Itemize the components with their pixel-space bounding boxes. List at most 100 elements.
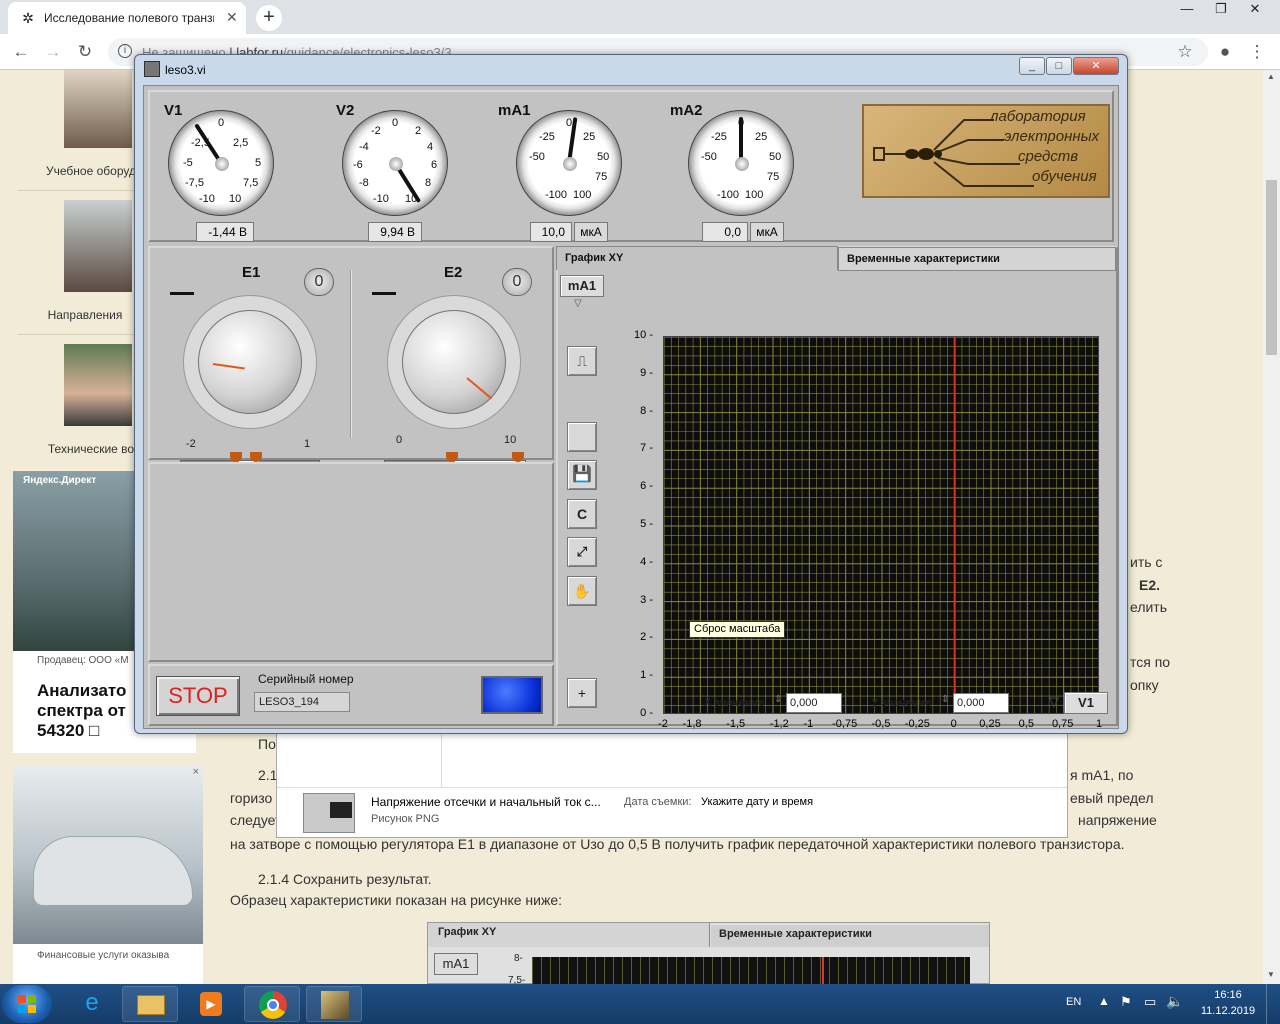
info-icon[interactable]: i <box>118 44 132 58</box>
xy-graph-plot[interactable] <box>663 336 1099 714</box>
minimize-window-button[interactable]: — <box>1170 0 1204 20</box>
y-value-spinner-icon[interactable]: ⇕ <box>941 694 949 705</box>
tray-expand-icon[interactable]: ▲ <box>1098 994 1110 1008</box>
vi-maximize-button[interactable]: □ <box>1046 57 1072 75</box>
article-text: елить <box>1130 599 1168 615</box>
y-value-label: Y значение <box>871 697 932 709</box>
x-tick-label: 0,5 <box>1018 718 1034 730</box>
file-thumbnail[interactable] <box>303 793 355 833</box>
y-tick-label: 9 - <box>640 366 653 379</box>
hand-pan-icon[interactable]: ✋ <box>567 576 597 606</box>
show-desktop-button[interactable] <box>1266 984 1280 1024</box>
x-channel-selector[interactable]: V1 <box>1064 692 1108 714</box>
x-tick-label: -2 <box>658 718 668 730</box>
tab-close-icon[interactable]: ✕ <box>226 9 238 26</box>
ie-icon[interactable]: e <box>64 986 120 1022</box>
meter-ma1-dial: 0 -25 25 -50 50 75 -100 100 <box>516 110 622 216</box>
new-tab-button[interactable]: + <box>256 5 282 31</box>
reset-scale-button[interactable]: C <box>567 499 597 529</box>
front-panel: V1 0 -2,5 2,5 -5 5 -7,5 7,5 -10 10 -1,44… <box>143 85 1119 730</box>
windows-taskbar: e ▶ EN ▲ ⚑ ▭ 🔈 16:16 11.12.2019 <box>0 984 1280 1024</box>
windows-logo-icon <box>18 995 36 1013</box>
action-center-flag-icon[interactable]: ⚑ <box>1120 994 1132 1010</box>
e1-zero-button[interactable]: 0 <box>304 268 334 296</box>
start-button[interactable] <box>2 985 52 1023</box>
reset-scale-tooltip: Сброс масштаба <box>689 621 786 638</box>
scroll-up-icon[interactable]: ▲ <box>1267 72 1275 81</box>
chevron-down-icon[interactable]: ▽ <box>1049 694 1059 710</box>
dial-tick: 75 <box>595 171 608 183</box>
y-tick-label: 3 - <box>640 593 653 606</box>
clock-date[interactable]: 11.12.2019 <box>1196 1005 1260 1017</box>
vi-app-icon <box>144 61 160 77</box>
file-name: Напряжение отсечки и начальный ток с... <box>371 795 601 809</box>
scroll-down-icon[interactable]: ▼ <box>1267 970 1275 979</box>
dial-tick: 4 <box>427 141 434 153</box>
sidebar-ad-car[interactable]: × Финансовые услуги оказыва <box>13 766 203 984</box>
e2-knob[interactable] <box>402 310 506 414</box>
volume-icon[interactable]: 🔈 <box>1166 993 1183 1010</box>
media-player-icon[interactable]: ▶ <box>182 986 238 1022</box>
explorer-folder-icon[interactable] <box>122 986 178 1022</box>
profile-avatar-icon[interactable]: ● <box>1214 42 1236 62</box>
file-date-value[interactable]: Укажите дату и время <box>701 796 813 808</box>
dial-tick: -50 <box>529 151 545 163</box>
ad-close-icon[interactable]: × <box>193 766 199 778</box>
pulse-mode-icon[interactable]: ⎍ <box>567 346 597 376</box>
blank-tool-button[interactable] <box>567 422 597 452</box>
article-text: напряжение <box>1078 812 1157 828</box>
x-tick-label: -0,75 <box>832 718 858 730</box>
bookmark-star-icon[interactable]: ☆ <box>1174 42 1196 62</box>
x-tick-label: -1,5 <box>726 718 746 730</box>
meter-v1-readout: -1,44 В <box>196 222 254 242</box>
dial-tick: -8 <box>359 177 369 189</box>
chrome-icon[interactable] <box>244 986 300 1022</box>
article-text: следует <box>230 812 282 828</box>
dial-tick: -100 <box>545 189 568 201</box>
zoom-icon[interactable]: ⤢ <box>567 537 597 567</box>
y-channel-selector[interactable]: mA1 <box>560 275 604 297</box>
clock-time[interactable]: 16:16 <box>1200 989 1256 1001</box>
dial-tick: 100 <box>745 189 764 201</box>
stop-button[interactable]: STOP <box>156 676 240 716</box>
page-scrollbar[interactable]: ▲ ▼ <box>1263 70 1280 984</box>
vi-minimize-button[interactable]: _ <box>1019 57 1045 75</box>
e2-zero-button[interactable]: 0 <box>502 268 532 296</box>
close-window-button[interactable]: ✕ <box>1238 0 1272 20</box>
meter-hub <box>215 157 229 171</box>
leso3-window[interactable]: leso3.vi _ □ ✕ V1 0 -2,5 2,5 -5 5 -7,5 7… <box>134 54 1128 734</box>
forward-button[interactable]: → <box>42 42 64 62</box>
x-tick-label: 0 <box>950 718 957 730</box>
network-icon[interactable]: ▭ <box>1144 994 1156 1010</box>
sample-tab-time: Временные характеристики <box>711 925 989 947</box>
menu-kebab-icon[interactable]: ⋮ <box>1246 42 1268 62</box>
e1-knob[interactable] <box>198 310 302 414</box>
x-value-field[interactable]: 0,000 <box>786 693 842 713</box>
logo-text: средств <box>1018 148 1079 165</box>
x-value-spinner-icon[interactable]: ⇕ <box>774 694 782 705</box>
tab-time-characteristics[interactable]: Временные характеристики <box>838 247 1116 271</box>
e1-max-label: 1 <box>304 438 311 450</box>
vi-close-button[interactable]: ✕ <box>1073 57 1119 75</box>
browser-tab[interactable]: ✲ Исследование полевого транзи ✕ <box>8 2 246 34</box>
back-button[interactable]: ← <box>10 42 32 62</box>
dial-tick: 6 <box>431 159 438 171</box>
leso-taskbar-icon[interactable] <box>306 986 362 1022</box>
restore-window-button[interactable]: ❐ <box>1204 0 1238 20</box>
avatar <box>64 344 132 426</box>
scrollbar-thumb[interactable] <box>1266 180 1277 355</box>
y-value-field[interactable]: 0,000 <box>953 693 1009 713</box>
y-tick-label: 6 - <box>640 480 653 493</box>
language-indicator[interactable]: EN <box>1066 996 1081 1008</box>
file-date-label: Дата съемки: <box>624 796 692 808</box>
save-icon[interactable]: 💾 <box>567 460 597 490</box>
reload-button[interactable]: ↻ <box>74 42 96 62</box>
dial-tick: -6 <box>353 159 363 171</box>
ad-caption: Финансовые услуги оказыва <box>37 950 170 961</box>
cursor-crosshair-icon[interactable]: + <box>567 678 597 708</box>
chevron-down-icon[interactable]: ▽ <box>574 298 582 309</box>
tab-xy-graph[interactable]: График XY <box>556 246 838 270</box>
serial-value: LESO3_194 <box>254 692 350 712</box>
y-tick-label: 8 - <box>640 404 653 417</box>
dial-tick: -25 <box>539 131 555 143</box>
